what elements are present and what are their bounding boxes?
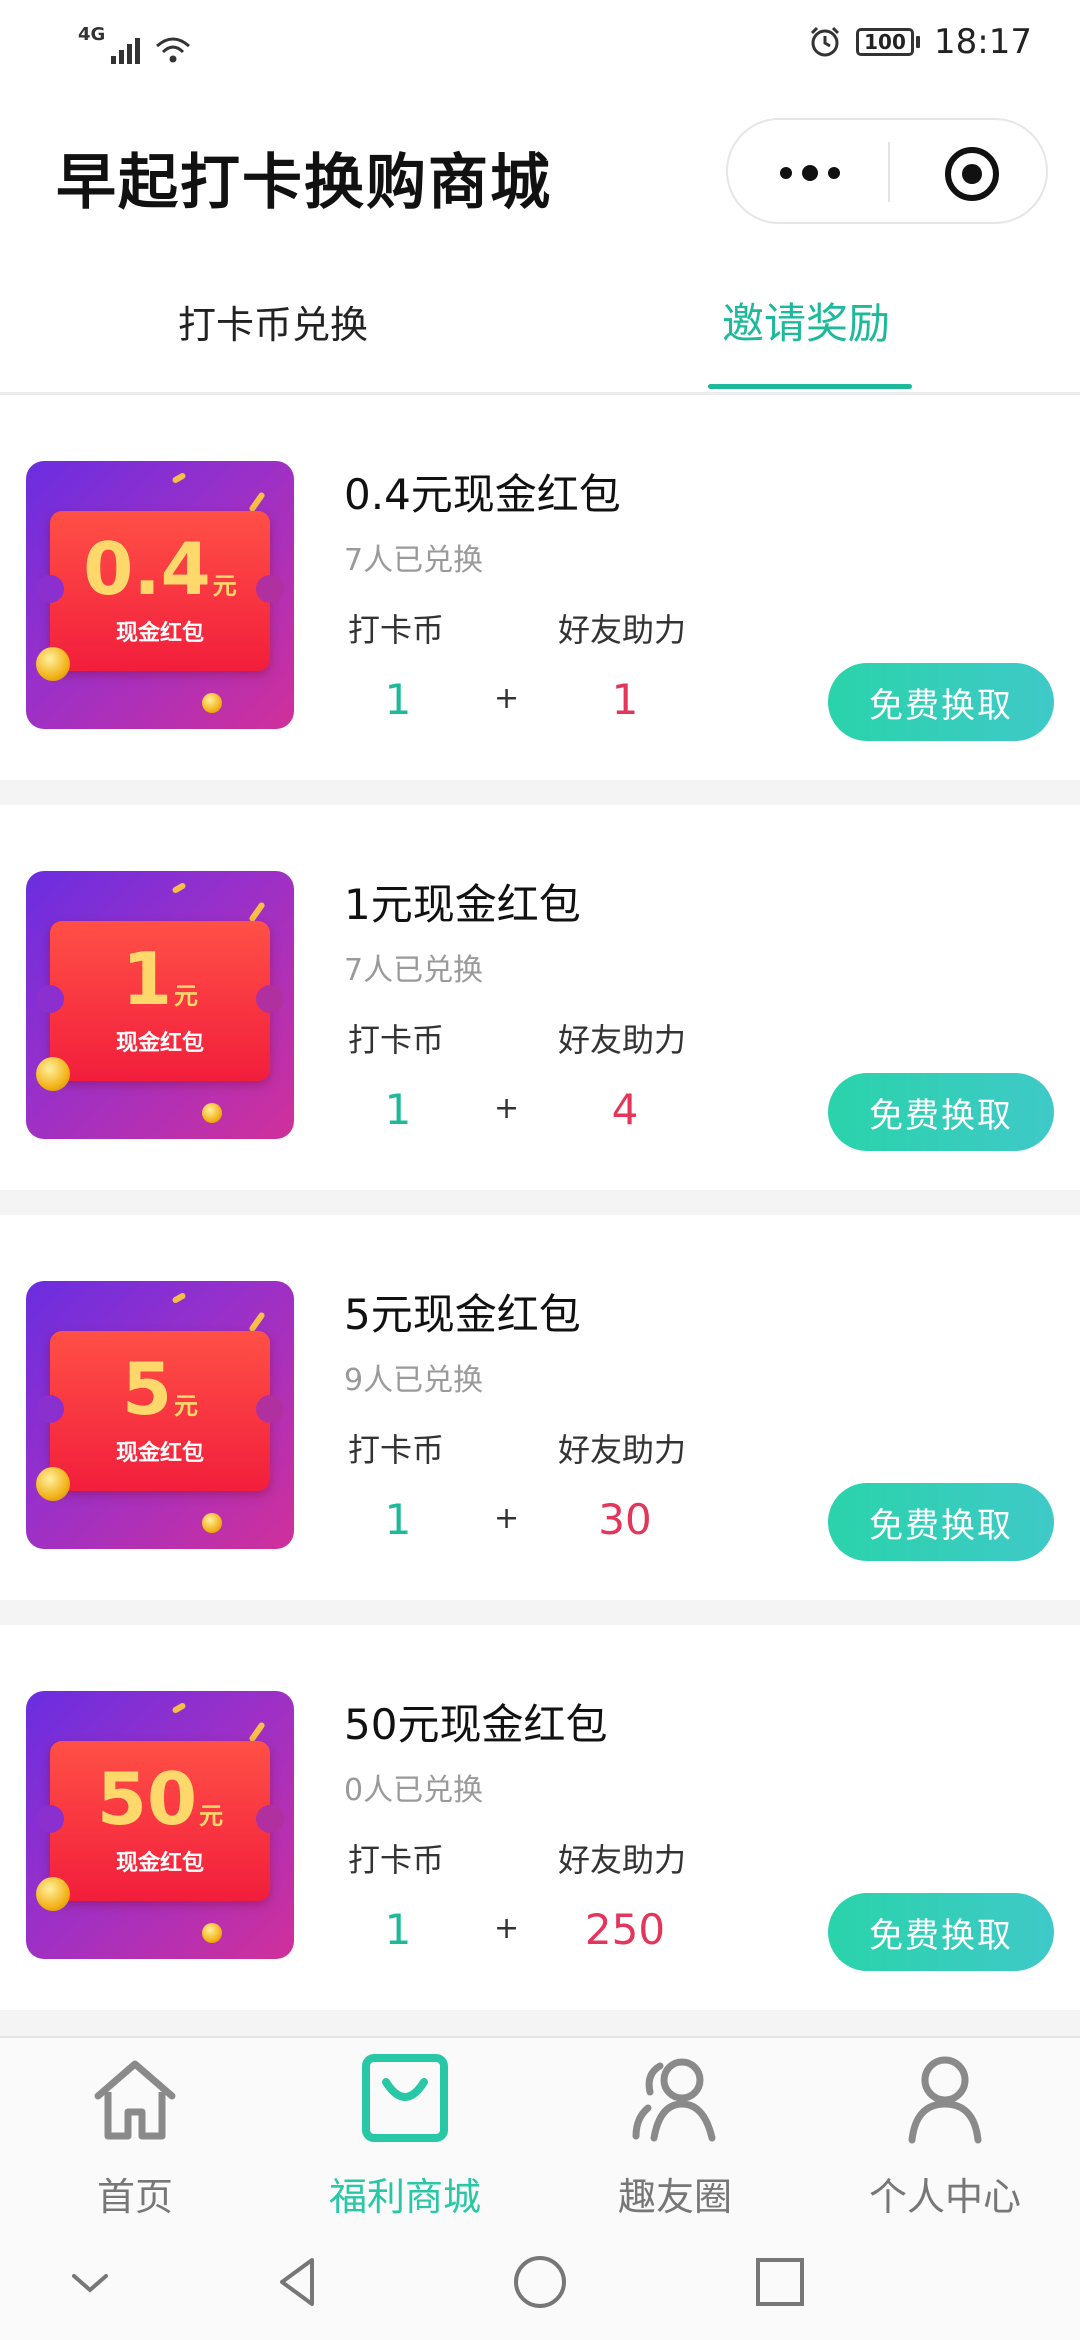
chevron-down-icon[interactable] [60,2252,120,2312]
more-dots-icon [780,167,792,179]
ticket-unit: 元 [199,1802,224,1830]
product-title: 5元现金红包 [344,1290,581,1339]
friend-help-value: 1 [611,675,639,724]
tabbar-item-profile[interactable]: 个人中心 [810,2052,1080,2222]
ticket-label: 现金红包 [115,1441,204,1466]
redeemed-count: 9人已兑换 [344,1363,484,1398]
exchange-tabs: 打卡币兑换 邀请奖励 [0,260,1080,395]
product-card: 5元 现金红包 5元现金红包 9人已兑换 打卡币 好友助力 1 + 30 免费换… [0,1215,1080,1600]
friend-help-label: 好友助力 [558,1021,687,1059]
friend-help-value: 250 [584,1905,666,1954]
status-bar: 4G 100 18:17 [0,0,1080,90]
coin-value: 1 [384,1085,412,1134]
status-right: 100 18:17 [808,22,1032,62]
free-redeem-button[interactable]: 免费换取 [828,1483,1054,1561]
battery-icon: 100 [856,28,921,56]
tab-coin-exchange[interactable]: 打卡币兑换 [178,294,368,349]
ticket-label: 现金红包 [115,621,204,646]
friend-help-label: 好友助力 [558,1431,687,1469]
ticket-amount: 5 [121,1347,173,1431]
free-redeem-button[interactable]: 免费换取 [828,1893,1054,1971]
alarm-icon [810,26,840,57]
clock: 18:17 [934,22,1032,62]
page-title: 早起打卡换购商城 [56,148,552,218]
product-card: 50元 现金红包 50元现金红包 0人已兑换 打卡币 好友助力 1 + 250 … [0,1625,1080,2010]
title-bar: 早起打卡换购商城 [0,90,1080,260]
friends-icon [632,2058,716,2142]
ticket-amount: 0.4 [83,527,211,611]
tabbar-label: 趣友圈 [617,2175,732,2219]
tabbar-label: 个人中心 [868,2175,1021,2219]
signal-icon [111,38,141,64]
network-type: 4G [78,24,106,45]
ticket-unit: 元 [212,572,237,600]
recents-square-icon[interactable] [750,2252,810,2312]
red-packet-image: 1元 现金红包 [26,871,294,1139]
plus-sign: + [494,1091,520,1126]
bottom-tab-bar: 首页 福利商城 趣友圈 个人中心 [0,2036,1080,2226]
system-navigation-bar [0,2226,1080,2340]
shopping-bag-icon [362,2054,448,2142]
tabbar-item-friends[interactable]: 趣友圈 [540,2052,810,2222]
ticket-unit: 元 [174,982,199,1010]
red-packet-image: 50元 现金红包 [26,1691,294,1959]
friend-help-label: 好友助力 [558,611,687,649]
plus-sign: + [494,1911,520,1946]
back-triangle-icon[interactable] [270,2252,330,2312]
ticket-unit: 元 [174,1392,199,1420]
friend-help-label: 好友助力 [558,1841,687,1879]
ticket-label: 现金红包 [115,1031,204,1056]
product-card: 1元 现金红包 1元现金红包 7人已兑换 打卡币 好友助力 1 + 4 免费换取 [0,805,1080,1190]
product-card: 0.4元 现金红包 0.4元现金红包 7人已兑换 打卡币 好友助力 1 + 1 … [0,395,1080,780]
redeemed-count: 0人已兑换 [344,1773,484,1808]
red-packet-image: 5元 现金红包 [26,1281,294,1549]
tab-invite-reward[interactable]: 邀请奖励 [722,290,890,351]
tabbar-label: 首页 [96,2175,173,2219]
ticket-amount: 50 [96,1757,198,1841]
coin-value: 1 [384,1905,412,1954]
red-packet-image: 0.4元 现金红包 [26,461,294,729]
ticket-amount: 1 [121,937,173,1021]
free-redeem-button[interactable]: 免费换取 [828,663,1054,741]
coin-label: 打卡币 [348,1841,445,1879]
close-target-icon[interactable] [942,144,1002,204]
friend-help-value: 4 [611,1085,639,1134]
more-button[interactable] [768,148,852,198]
product-title: 50元现金红包 [344,1700,608,1749]
product-title: 1元现金红包 [344,880,581,929]
product-title: 0.4元现金红包 [344,470,621,519]
plus-sign: + [494,1501,520,1536]
wifi-icon [156,37,191,63]
home-circle-icon[interactable] [510,2252,570,2312]
signal-indicators: 4G [78,24,193,64]
redeemed-count: 7人已兑换 [344,543,484,578]
friend-help-value: 30 [598,1495,652,1544]
coin-label: 打卡币 [348,1431,445,1469]
coin-value: 1 [384,1495,412,1544]
tabbar-label: 福利商城 [328,2175,481,2219]
tabbar-item-home[interactable]: 首页 [0,2052,270,2222]
coin-label: 打卡币 [348,611,445,649]
person-icon [908,2056,982,2144]
redeemed-count: 7人已兑换 [344,953,484,988]
plus-sign: + [494,681,520,716]
battery-level: 100 [856,28,915,56]
tabbar-item-mall[interactable]: 福利商城 [270,2052,540,2222]
active-tab-indicator [708,384,912,389]
ticket-label: 现金红包 [115,1851,204,1876]
coin-value: 1 [384,675,412,724]
home-icon [94,2060,176,2140]
free-redeem-button[interactable]: 免费换取 [828,1073,1054,1151]
miniprogram-capsule [726,118,1048,224]
coin-label: 打卡币 [348,1021,445,1059]
